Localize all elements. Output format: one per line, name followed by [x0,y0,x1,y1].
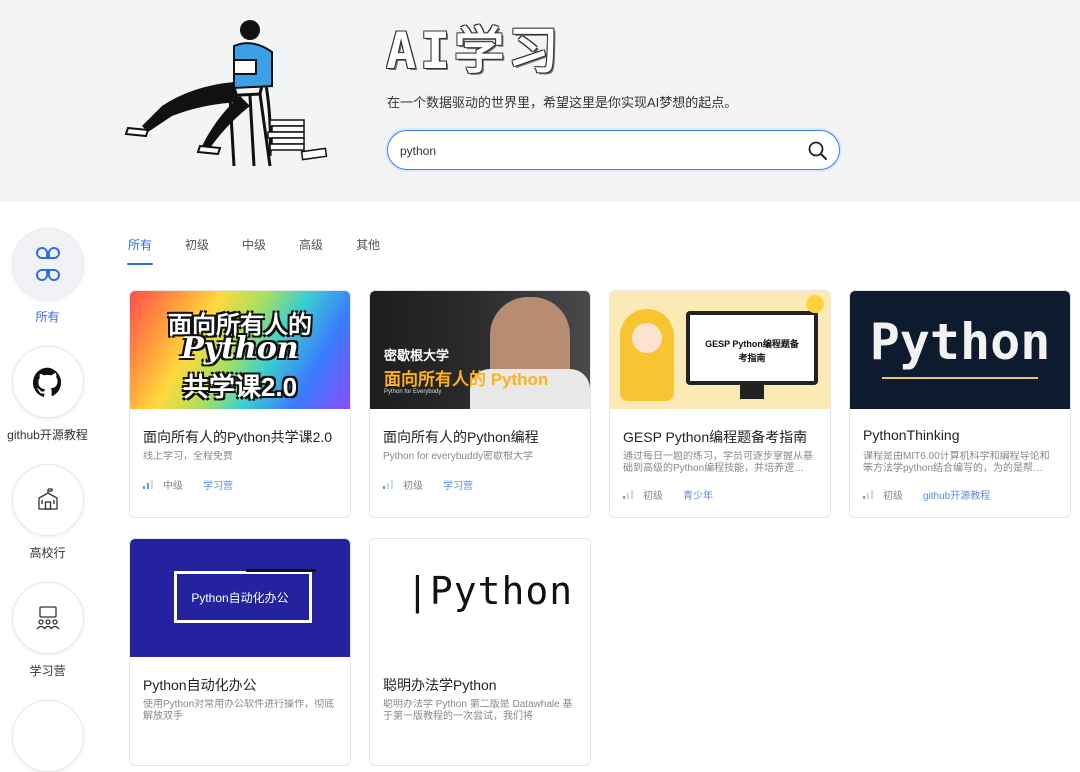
cartoon-face [632,323,662,353]
sidebar-item-school[interactable]: 高校行 [0,464,95,561]
level-bars-icon [863,490,873,499]
course-tag[interactable]: 学习营 [443,477,473,492]
course-desc: 课程是由MIT6.00计算机科学和编程导论和笨方法学python结合编写的，为的… [863,451,1050,474]
tab-other[interactable]: 其他 [356,236,380,265]
sidebar-circle[interactable] [11,582,84,654]
course-level: 初级 [403,481,423,492]
course-desc: Python for everybuddy密歇根大学 [383,451,534,462]
course-meta: 初级 github开源教程 [863,487,990,502]
sidebar-circle[interactable] [11,464,84,536]
grid-icon [35,247,60,281]
camp-icon [35,606,60,630]
sidebar-item-all[interactable]: 所有 [0,228,95,325]
course-level: 初级 [643,491,663,502]
course-card[interactable]: Python PythonThinking 课程是由MIT6.00计算机科学和编… [849,290,1071,518]
course-title: 面向所有人的Python共学课2.0 [143,429,333,445]
sun-icon [806,295,824,313]
thumb-text: Python [869,313,1051,371]
course-thumbnail: GESP Python编程题备 考指南 [610,291,830,409]
course-desc: 通过每日一题的练习，学员可逐步掌握从基础到高级的Python编程技能，并培养逻… [623,451,813,474]
sidebar-item-label: 学习营 [29,664,66,678]
github-icon [32,367,61,397]
tab-intermediate[interactable]: 中级 [242,236,266,265]
page-subtitle: 在一个数据驱动的世界里，希望这里是你实现AI梦想的起点。 [387,95,738,110]
monitor-stand [740,385,764,399]
course-card[interactable]: GESP Python编程题备 考指南 GESP Python编程题备考指南 通… [609,290,831,518]
tab-beginner[interactable]: 初级 [185,236,209,265]
sidebar-item-label: 所有 [35,310,60,324]
sidebar-item-label: 高校行 [29,546,66,560]
course-title: Python自动化办公 [143,677,257,693]
course-meta: 初级 学习营 [383,477,473,492]
course-desc: 聪明办法学 Python 第二版是 Datawhale 基于第一版教程的一次尝试… [383,699,573,722]
sidebar-item-label: github开源教程 [7,428,88,442]
course-level: 中级 [163,481,183,492]
course-meta: 中级 学习营 [143,477,233,492]
course-title: 聪明办法学Python [383,677,497,693]
course-level: 初级 [883,491,903,502]
course-thumbnail: Python自动化办公 [130,539,350,657]
thumb-text: |Python [406,569,574,613]
level-bars-icon [383,480,393,489]
sidebar-item-more[interactable] [0,700,95,772]
thumb-text: Python for Everybody [384,389,442,395]
course-tag[interactable]: 青少年 [683,487,713,502]
level-bars-icon [623,490,633,499]
course-meta: 初级 青少年 [623,487,713,502]
hero-banner: AI学习 在一个数据驱动的世界里，希望这里是你实现AI梦想的起点。 [0,0,1080,202]
course-thumbnail: 面向所有人的 Python 共学课2.0 [130,291,350,409]
sidebar-circle[interactable] [11,346,84,418]
reading-person-illustration [124,20,328,166]
course-card[interactable]: Python自动化办公 Python自动化办公 使用Python对常用办公软件进… [129,538,351,766]
course-thumbnail: |Python [370,539,590,657]
course-thumbnail: Python [850,291,1070,409]
level-bars-icon [143,480,153,489]
thumb-text: 面向所有人的 Python [384,370,549,389]
thumb-text: Python自动化办公 [191,591,289,605]
thumb-text: GESP Python编程题备 [705,339,799,349]
accent-line [882,377,1038,379]
search-input[interactable] [400,140,800,162]
school-icon [37,488,58,510]
course-tag[interactable]: 学习营 [203,477,233,492]
search-box[interactable] [387,130,840,170]
thumb-text: 密歇根大学 [384,348,450,363]
course-desc: 线上学习，全程免费 [143,451,233,462]
search-icon[interactable] [807,140,829,162]
course-desc: 使用Python对常用办公软件进行操作，彻底解放双手 [143,699,335,722]
sidebar-circle[interactable] [11,228,84,300]
course-title: 面向所有人的Python编程 [383,429,539,445]
course-card[interactable]: |Python 聪明办法学Python 聪明办法学 Python 第二版是 Da… [369,538,591,766]
sidebar-item-github[interactable]: github开源教程 [0,346,95,443]
thumb-text: 考指南 [738,353,766,363]
thumb-text: Python [181,331,299,366]
thumb-text: 共学课2.0 [182,372,298,402]
level-tabs: 所有 初级 中级 高级 其他 [126,236,413,265]
course-card[interactable]: 密歇根大学 面向所有人的 Python Python for Everybody… [369,290,591,518]
thumb-frame-accent [246,569,316,572]
course-title: PythonThinking [863,427,960,443]
tab-all[interactable]: 所有 [126,236,154,265]
sidebar-item-camp[interactable]: 学习营 [0,582,95,679]
course-card[interactable]: 面向所有人的 Python 共学课2.0 面向所有人的Python共学课2.0 … [129,290,351,518]
course-title: GESP Python编程题备考指南 [623,429,808,445]
course-thumbnail: 密歇根大学 面向所有人的 Python Python for Everybody [370,291,590,409]
monitor-screen: GESP Python编程题备 考指南 [686,311,818,385]
course-tag[interactable]: github开源教程 [923,487,990,502]
sidebar-circle[interactable] [11,700,84,772]
tab-advanced[interactable]: 高级 [299,236,323,265]
page-title: AI学习 [386,22,563,80]
